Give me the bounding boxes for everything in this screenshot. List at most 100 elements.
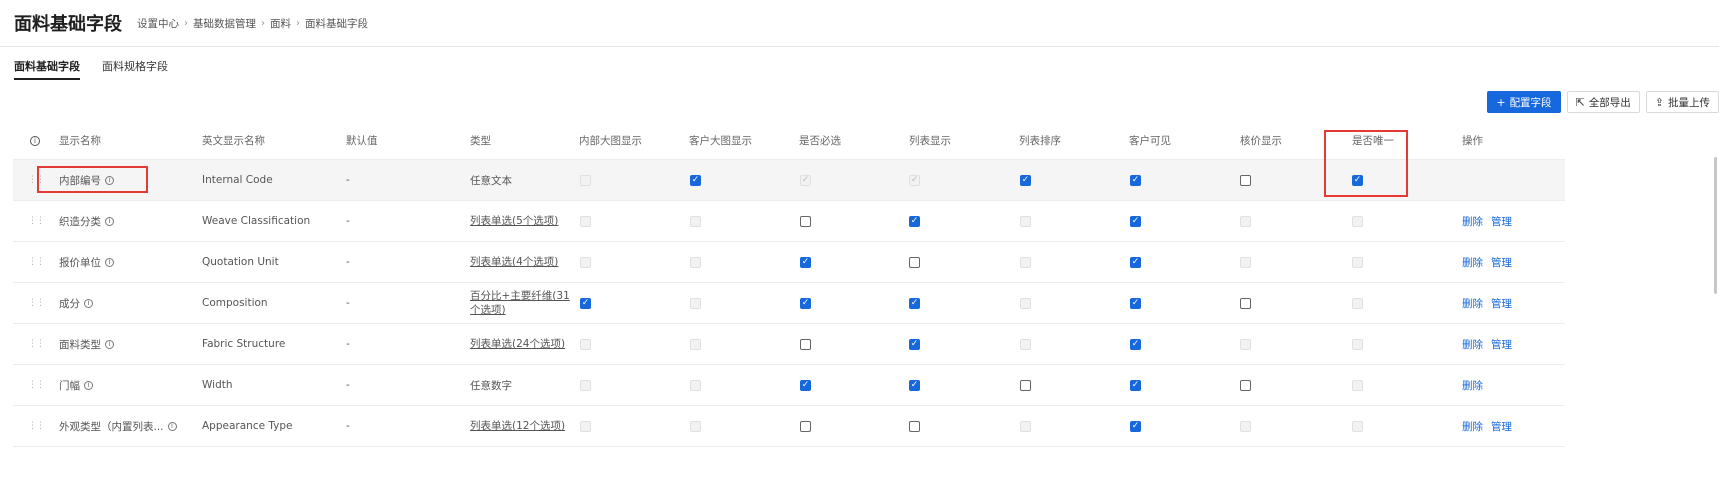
checkbox-checked[interactable]: ✓ — [1130, 379, 1141, 391]
field-name: 门幅 — [59, 379, 80, 392]
drag-handle-icon[interactable]: ⋮⋮ — [28, 283, 45, 323]
drag-handle-icon[interactable]: ⋮⋮ — [28, 406, 45, 446]
field-name: 报价单位 — [59, 256, 101, 269]
default-value: - — [346, 297, 350, 309]
checkbox-cell — [1020, 283, 1031, 323]
checkbox-checked[interactable]: ✓ — [800, 256, 811, 268]
drag-handle-icon[interactable]: ⋮⋮ — [28, 160, 45, 200]
table-row: ⋮⋮ 织造分类 i Weave Classification - 列表单选(5个选项) ✓ ✓… — [13, 201, 1565, 242]
type-options-link[interactable]: 百分比+主要纤维(31个选项) — [470, 289, 580, 317]
actions-cell: 删除 管理 — [1462, 324, 1520, 364]
checkbox[interactable] — [1240, 174, 1251, 186]
checkbox-checked[interactable]: ✓ — [1352, 174, 1363, 186]
type-cell: 列表单选(4个选项) — [470, 242, 580, 282]
checkbox-checked[interactable]: ✓ — [580, 297, 591, 309]
column-header: 内部大图显示 — [579, 135, 642, 147]
delete-action[interactable]: 删除 — [1462, 378, 1483, 393]
type-options-link[interactable]: 列表单选(5个选项) — [470, 214, 558, 228]
checkbox[interactable] — [800, 420, 811, 432]
checkbox-cell — [690, 242, 701, 282]
breadcrumb-item-basic-data[interactable]: 基础数据管理 — [193, 16, 256, 31]
english-name: Internal Code — [202, 174, 273, 186]
info-icon[interactable]: i — [84, 298, 93, 308]
actions-cell: 删除 — [1462, 365, 1491, 405]
field-name: 外观类型（内置列表... — [59, 420, 164, 433]
checkbox-cell: ✓ — [1130, 365, 1141, 405]
checkbox[interactable] — [1020, 379, 1031, 391]
tab-fabric-spec-fields[interactable]: 面料规格字段 — [102, 58, 168, 80]
info-icon[interactable]: i — [105, 339, 114, 349]
type-options-link[interactable]: 列表单选(24个选项) — [470, 337, 565, 351]
column-header: 是否必选 — [799, 135, 841, 147]
type-cell: 列表单选(5个选项) — [470, 201, 580, 241]
info-icon[interactable]: i — [105, 175, 114, 185]
manage-action[interactable]: 管理 — [1491, 296, 1512, 311]
checkbox-checked[interactable]: ✓ — [909, 338, 920, 350]
breadcrumb-item-fabric[interactable]: 面料 — [270, 16, 291, 31]
checkbox[interactable] — [909, 256, 920, 268]
breadcrumb-item-settings[interactable]: 设置中心 — [137, 16, 179, 31]
checkbox[interactable] — [800, 215, 811, 227]
info-icon[interactable]: i — [105, 216, 114, 226]
checkbox-checked[interactable]: ✓ — [690, 174, 701, 186]
checkbox-cell — [690, 283, 701, 323]
delete-action[interactable]: 删除 — [1462, 296, 1483, 311]
checkbox-checked[interactable]: ✓ — [1130, 215, 1141, 227]
type-cell: 百分比+主要纤维(31个选项) — [470, 283, 580, 323]
config-fields-button[interactable]: + 配置字段 — [1487, 91, 1561, 113]
checkbox-checked[interactable]: ✓ — [909, 379, 920, 391]
checkbox-cell — [1240, 324, 1251, 364]
type-options-link[interactable]: 列表单选(12个选项) — [470, 419, 565, 433]
delete-action[interactable]: 删除 — [1462, 255, 1483, 270]
checkbox-checked[interactable]: ✓ — [1130, 338, 1141, 350]
drag-handle-icon[interactable]: ⋮⋮ — [28, 365, 45, 405]
checkbox — [1020, 256, 1031, 268]
drag-handle-icon[interactable]: ⋮⋮ — [28, 242, 45, 282]
manage-action[interactable]: 管理 — [1491, 419, 1512, 434]
actions-cell: 删除 管理 — [1462, 242, 1520, 282]
checkbox — [1020, 338, 1031, 350]
batch-upload-button[interactable]: ⇪ 批量上传 — [1645, 91, 1719, 113]
drag-handle-icon[interactable]: ⋮⋮ — [28, 324, 45, 364]
checkbox[interactable] — [800, 338, 811, 350]
delete-action[interactable]: 删除 — [1462, 214, 1483, 229]
checkbox-checked[interactable]: ✓ — [909, 297, 920, 309]
checkbox-checked[interactable]: ✓ — [1130, 420, 1141, 432]
vertical-scrollbar[interactable] — [1714, 157, 1717, 294]
checkbox — [580, 338, 591, 350]
checkbox[interactable] — [1240, 379, 1251, 391]
tab-fabric-basic-fields[interactable]: 面料基础字段 — [14, 58, 80, 80]
checkbox-cell: ✓ — [1130, 406, 1141, 446]
checkbox-checked[interactable]: ✓ — [800, 379, 811, 391]
field-name-cell: 面料类型 i — [59, 324, 114, 364]
manage-action[interactable]: 管理 — [1491, 255, 1512, 270]
default-value: - — [346, 420, 350, 432]
column-header: 操作 — [1462, 135, 1483, 147]
checkbox — [1020, 297, 1031, 309]
drag-handle-icon[interactable]: ⋮⋮ — [28, 201, 45, 241]
checkbox-checked[interactable]: ✓ — [800, 297, 811, 309]
info-icon[interactable]: i — [84, 380, 93, 390]
checkbox-checked[interactable]: ✓ — [1130, 256, 1141, 268]
delete-action[interactable]: 删除 — [1462, 337, 1483, 352]
checkbox-checked[interactable]: ✓ — [1020, 174, 1031, 186]
toolbar: + 配置字段 ⇱ 全部导出 ⇪ 批量上传 — [1481, 91, 1719, 113]
checkbox-checked[interactable]: ✓ — [1130, 174, 1141, 186]
checkbox-cell: ✓ — [1130, 242, 1141, 282]
checkbox-checked[interactable]: ✓ — [909, 215, 920, 227]
field-name: 面料类型 — [59, 338, 101, 351]
checkbox-cell — [1240, 365, 1251, 405]
column-header: 客户可见 — [1129, 135, 1171, 147]
manage-action[interactable]: 管理 — [1491, 337, 1512, 352]
checkbox-checked[interactable]: ✓ — [1130, 297, 1141, 309]
info-icon[interactable]: i — [167, 421, 177, 431]
chevron-right-icon: › — [296, 17, 300, 29]
info-icon[interactable]: i — [105, 257, 114, 267]
table-row: ⋮⋮ 面料类型 i Fabric Structure - 列表单选(24个选项) ✓ ✓ 删除管… — [13, 324, 1565, 365]
checkbox[interactable] — [909, 420, 920, 432]
manage-action[interactable]: 管理 — [1491, 214, 1512, 229]
delete-action[interactable]: 删除 — [1462, 419, 1483, 434]
export-all-button[interactable]: ⇱ 全部导出 — [1566, 91, 1640, 113]
checkbox[interactable] — [1240, 297, 1251, 309]
type-options-link[interactable]: 列表单选(4个选项) — [470, 255, 558, 269]
